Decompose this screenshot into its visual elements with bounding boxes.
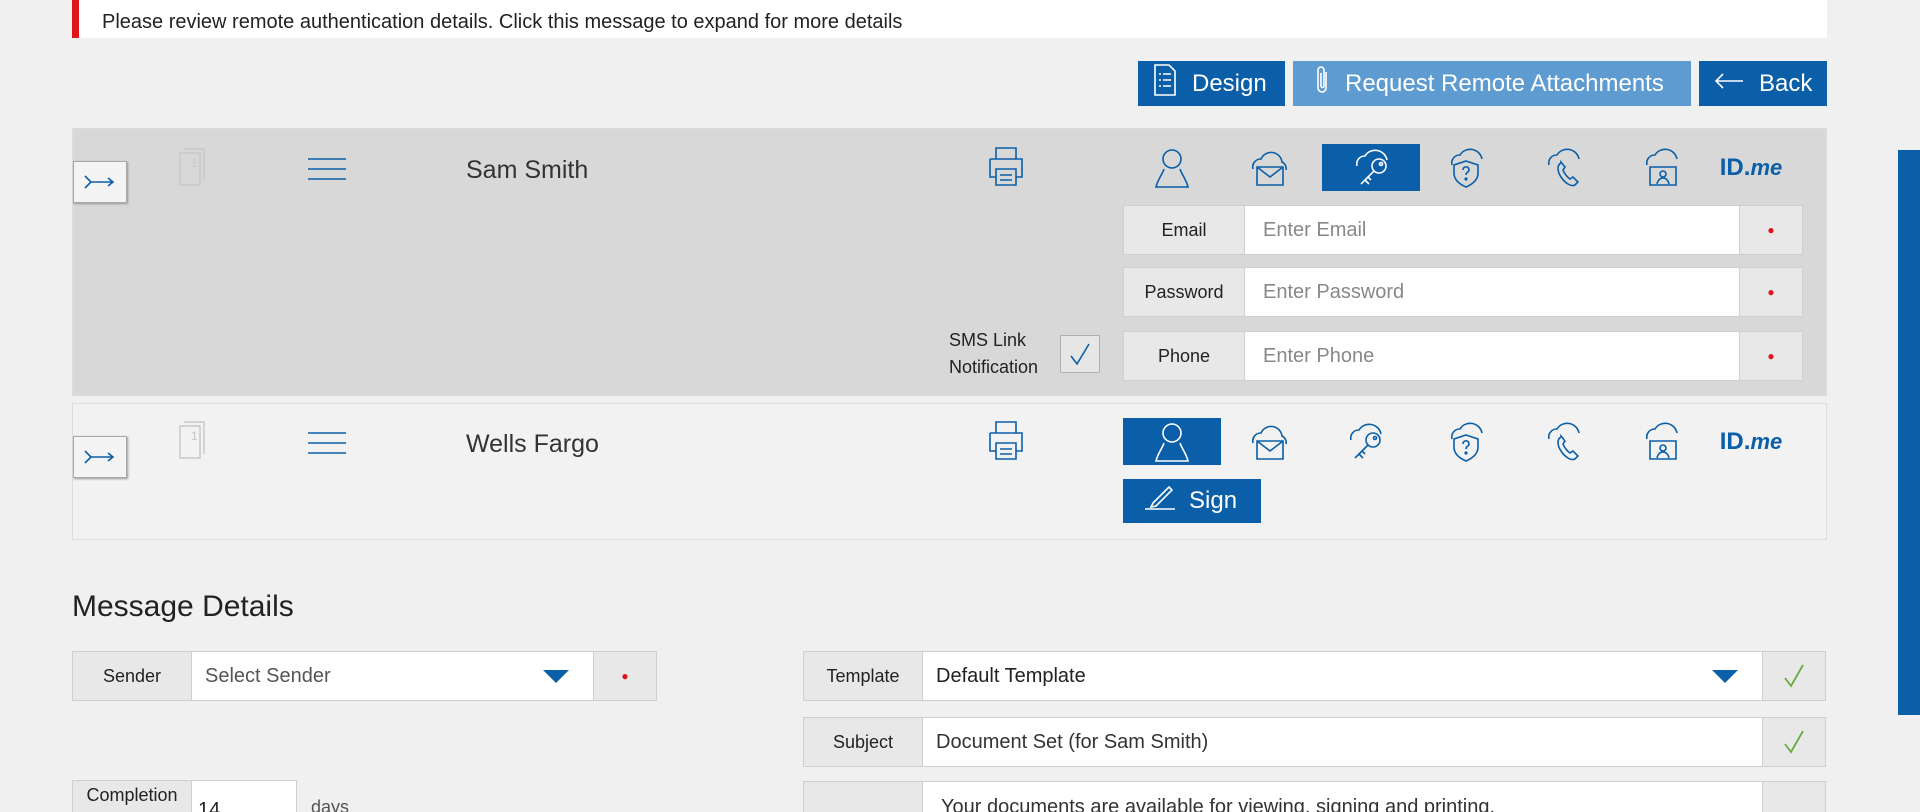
sender-label: Sender: [102, 665, 162, 686]
message-body-input[interactable]: Your documents are available for viewing…: [922, 782, 1763, 812]
printer-icon[interactable]: [985, 145, 1027, 187]
chevron-down-icon: [543, 670, 569, 683]
cloud-email-icon[interactable]: [1220, 418, 1318, 465]
completion-field: Completion 14: [72, 780, 297, 812]
person-icon[interactable]: [1123, 418, 1221, 465]
request-attachments-label: Request Remote Attachments: [1345, 69, 1664, 97]
template-select[interactable]: Default Template: [922, 652, 1763, 700]
arrow-left-icon: [1713, 70, 1745, 98]
email-field: Email Enter Email ●: [1123, 205, 1803, 255]
required-indicator: ●: [1767, 223, 1775, 237]
person-icon[interactable]: [1123, 144, 1221, 191]
request-attachments-button[interactable]: Request Remote Attachments: [1293, 61, 1691, 106]
sms-link-label: SMS Link Notification: [949, 330, 1039, 377]
checklist-icon: [1152, 64, 1178, 103]
template-field: Template Default Template: [803, 651, 1826, 701]
password-label: Password: [1144, 281, 1224, 302]
back-label: Back: [1759, 69, 1813, 97]
menu-icon[interactable]: [307, 431, 347, 455]
document-icon[interactable]: 1: [177, 420, 209, 462]
chevron-down-icon: [1712, 670, 1738, 683]
design-label: Design: [1192, 69, 1267, 97]
route-arrow-icon[interactable]: [73, 161, 127, 203]
menu-icon[interactable]: [307, 157, 347, 181]
printer-icon[interactable]: [985, 419, 1027, 461]
scrollbar[interactable]: [1898, 150, 1920, 715]
cloud-email-icon[interactable]: [1220, 144, 1318, 191]
design-button[interactable]: Design: [1138, 61, 1285, 106]
cloud-phone-icon[interactable]: [1515, 418, 1613, 465]
cloud-phone-icon[interactable]: [1515, 144, 1613, 191]
recipient-name: Wells Fargo: [466, 430, 599, 458]
message-body-field: Your documents are available for viewing…: [803, 781, 1826, 812]
required-indicator: ●: [1767, 349, 1775, 363]
idme-icon[interactable]: ID.me: [1702, 418, 1800, 465]
svg-text:1: 1: [191, 156, 198, 170]
route-arrow-icon[interactable]: [73, 436, 127, 478]
cloud-id-icon[interactable]: [1613, 418, 1711, 465]
back-button[interactable]: Back: [1699, 61, 1827, 106]
subject-label: Subject: [832, 731, 894, 752]
completion-unit: days: [311, 797, 350, 812]
cloud-id-icon[interactable]: [1613, 144, 1711, 191]
phone-label: Phone: [1157, 345, 1211, 366]
recipient-name: Sam Smith: [466, 156, 589, 184]
alert-banner[interactable]: Please review remote authentication deta…: [72, 0, 1827, 38]
subject-input[interactable]: Document Set (for Sam Smith): [922, 718, 1763, 766]
subject-field: Subject Document Set (for Sam Smith): [803, 717, 1826, 767]
password-field: Password Enter Password ●: [1123, 267, 1803, 317]
email-label: Email: [1161, 219, 1207, 240]
valid-check-icon: [1763, 652, 1825, 700]
document-icon[interactable]: 1: [177, 147, 209, 189]
sender-field: Sender Select Sender ●: [72, 651, 657, 701]
sign-button[interactable]: Sign: [1123, 479, 1261, 523]
valid-check-icon: [1763, 718, 1825, 766]
sms-notification-checkbox[interactable]: [1060, 335, 1100, 373]
phone-field: Phone Enter Phone ●: [1123, 331, 1803, 381]
sender-select[interactable]: Select Sender: [191, 652, 594, 700]
required-indicator: ●: [621, 669, 629, 683]
email-input[interactable]: Enter Email: [1244, 206, 1740, 254]
paperclip-icon: [1313, 64, 1331, 103]
pen-icon: [1143, 485, 1177, 518]
key-icon[interactable]: [1322, 144, 1420, 191]
shield-question-icon[interactable]: [1418, 418, 1516, 465]
completion-days-input[interactable]: 14: [191, 781, 296, 812]
sign-label: Sign: [1189, 487, 1238, 514]
recipient-row: 1 Wells Fargo ID.me Sign: [72, 403, 1827, 540]
alert-text: Please review remote authentication deta…: [102, 11, 903, 33]
idme-icon[interactable]: ID.me: [1702, 144, 1800, 191]
phone-input[interactable]: Enter Phone: [1244, 332, 1740, 380]
message-details-heading: Message Details: [72, 590, 294, 623]
template-label: Template: [826, 665, 900, 686]
required-indicator: ●: [1767, 285, 1775, 299]
key-icon[interactable]: [1316, 418, 1414, 465]
recipient-row: 1 Sam Smith ID.me Email Enter Email ● Pa…: [72, 128, 1827, 396]
shield-question-icon[interactable]: [1418, 144, 1516, 191]
completion-label: Completion: [86, 785, 178, 805]
password-input[interactable]: Enter Password: [1244, 268, 1740, 316]
svg-text:1: 1: [191, 429, 198, 443]
check-icon: [1070, 343, 1090, 366]
